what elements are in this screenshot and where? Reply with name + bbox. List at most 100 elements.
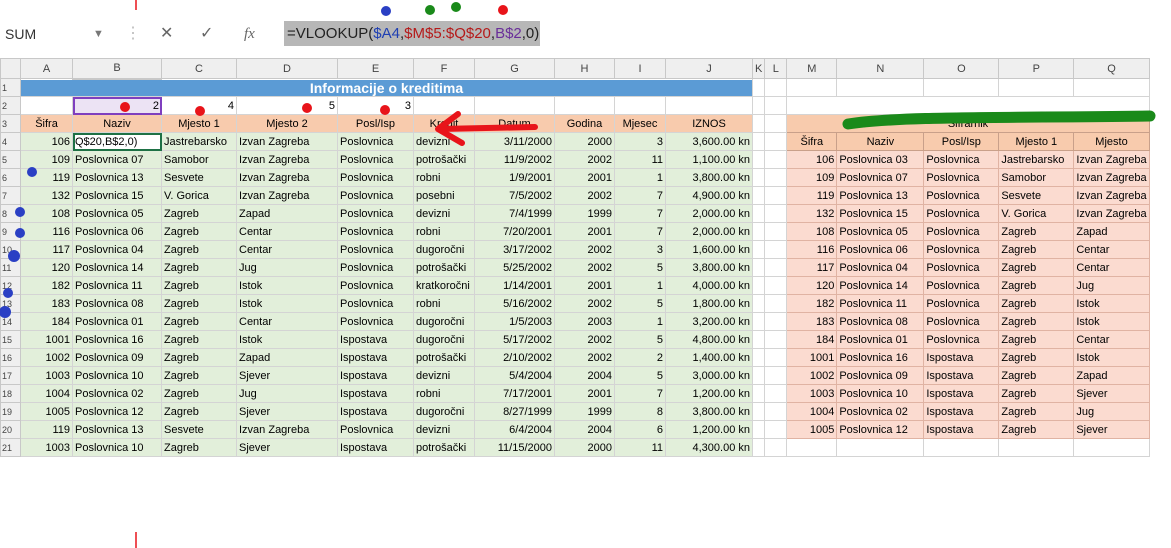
table-cell[interactable]: Poslovnica 08 (72, 294, 162, 313)
table-cell[interactable]: Poslovnica 10 (72, 438, 162, 457)
lookup-cell[interactable]: Zagreb (998, 276, 1075, 295)
lookup-cell[interactable]: 132 (786, 204, 838, 223)
cell[interactable] (751, 384, 766, 403)
row-header[interactable]: 5 (0, 150, 21, 169)
table-cell[interactable]: Jug (236, 384, 338, 403)
cell[interactable] (786, 438, 838, 457)
cell[interactable] (764, 258, 788, 277)
lookup-cell[interactable]: Poslovnica (923, 330, 1000, 349)
lookup-cell[interactable]: Poslovnica 11 (836, 294, 925, 313)
row-header[interactable]: 16 (0, 348, 21, 367)
lookup-cell[interactable]: Poslovnica 07 (836, 168, 925, 187)
table-cell[interactable]: Centar (236, 312, 338, 331)
lookup-cell[interactable]: Ispostava (923, 420, 1000, 439)
table-cell[interactable]: dugoročni (413, 312, 475, 331)
table-cell[interactable]: 11/15/2000 (474, 438, 555, 457)
lookup-cell[interactable]: Sjever (1073, 384, 1150, 403)
table-cell[interactable]: Poslovnica (337, 276, 414, 295)
table-cell[interactable]: Istok (236, 276, 338, 295)
table-cell[interactable]: 3,800.00 kn (665, 168, 753, 187)
table-cell[interactable]: 7 (614, 384, 666, 403)
table-cell[interactable]: devizni (413, 132, 475, 151)
lookup-cell[interactable]: Poslovnica 06 (836, 240, 925, 259)
lookup-cell[interactable]: Poslovnica (923, 150, 1000, 169)
table-cell[interactable]: dugoročni (413, 240, 475, 259)
table-cell[interactable]: potrošački (413, 258, 475, 277)
table-cell[interactable]: potrošački (413, 438, 475, 457)
table-cell[interactable]: 1 (614, 168, 666, 187)
lookup-cell[interactable]: Zapad (1073, 222, 1150, 241)
cell[interactable] (764, 348, 788, 367)
cell[interactable] (751, 276, 766, 295)
table-cell[interactable]: 2001 (554, 384, 615, 403)
table-cell[interactable]: 2002 (554, 330, 615, 349)
row-header[interactable]: 1 (0, 78, 21, 97)
cell[interactable] (764, 96, 788, 115)
cell-b2[interactable]: 2 (72, 96, 162, 115)
table-cell[interactable]: Poslovnica (337, 258, 414, 277)
row-header[interactable]: 15 (0, 330, 21, 349)
table-cell[interactable]: kratkoročni (413, 276, 475, 295)
row-header[interactable]: 11 (0, 258, 21, 277)
cell[interactable] (474, 96, 555, 115)
lookup-cell[interactable]: 1003 (786, 384, 838, 403)
table-cell[interactable]: Poslovnica 07 (72, 150, 162, 169)
column-header-f[interactable]: F (413, 58, 475, 79)
table-cell[interactable]: posebni (413, 186, 475, 205)
row-header[interactable]: 6 (0, 168, 21, 187)
table-cell[interactable]: Sjever (236, 438, 338, 457)
table-cell[interactable]: Centar (236, 240, 338, 259)
table-cell[interactable]: 1003 (20, 366, 73, 385)
table-cell[interactable]: Poslovnica 12 (72, 402, 162, 421)
table-cell[interactable]: 6 (614, 420, 666, 439)
table-cell[interactable]: Poslovnica (337, 186, 414, 205)
table-cell[interactable]: 3 (614, 132, 666, 151)
table-cell[interactable]: 1,800.00 kn (665, 294, 753, 313)
name-box-dropdown-icon[interactable]: ▼ (93, 22, 109, 46)
table-cell[interactable]: 2002 (554, 150, 615, 169)
table-cell[interactable]: 2004 (554, 366, 615, 385)
table-cell[interactable]: Poslovnica 01 (72, 312, 162, 331)
table-cell[interactable]: Sjever (236, 366, 338, 385)
table-cell[interactable]: Poslovnica (337, 420, 414, 439)
row-header[interactable]: 10 (0, 240, 21, 259)
lookup-cell[interactable]: Samobor (998, 168, 1075, 187)
lookup-cell[interactable]: Zagreb (998, 294, 1075, 313)
lookup-cell[interactable]: Zagreb (998, 312, 1075, 331)
lookup-cell[interactable]: Ispostava (923, 366, 1000, 385)
lookup-cell[interactable]: Istok (1073, 348, 1150, 367)
row-header[interactable]: 14 (0, 312, 21, 331)
table-cell[interactable]: 2002 (554, 186, 615, 205)
table-cell[interactable]: 3,600.00 kn (665, 132, 753, 151)
table-cell[interactable]: 4,300.00 kn (665, 438, 753, 457)
table-cell[interactable]: Zagreb (161, 204, 237, 223)
table-cell[interactable]: Zapad (236, 204, 338, 223)
table-cell[interactable]: 5 (614, 330, 666, 349)
cell[interactable] (764, 186, 788, 205)
lookup-cell[interactable]: Izvan Zagreba (1073, 150, 1150, 169)
table-cell[interactable]: 6/4/2004 (474, 420, 555, 439)
table-cell[interactable]: 106 (20, 132, 73, 151)
cell[interactable] (764, 312, 788, 331)
cell[interactable] (751, 168, 766, 187)
table-cell[interactable]: 7/5/2002 (474, 186, 555, 205)
table-cell[interactable]: 1/14/2001 (474, 276, 555, 295)
cell[interactable] (836, 78, 925, 97)
cell[interactable] (751, 294, 766, 313)
cell[interactable] (751, 366, 766, 385)
column-header-d[interactable]: D (236, 58, 338, 79)
column-header-o[interactable]: O (923, 58, 1000, 79)
table-cell[interactable]: 132 (20, 186, 73, 205)
cell[interactable] (764, 330, 788, 349)
lookup-cell[interactable]: Istok (1073, 312, 1150, 331)
table-cell[interactable]: 1001 (20, 330, 73, 349)
cell-d2[interactable]: 5 (236, 96, 338, 115)
lookup-cell[interactable]: Poslovnica (923, 240, 1000, 259)
cell[interactable] (751, 222, 766, 241)
table-cell[interactable]: Jastrebarsko (161, 132, 237, 151)
cell[interactable] (665, 96, 753, 115)
cell[interactable] (764, 438, 788, 457)
table-cell[interactable]: 7/17/2001 (474, 384, 555, 403)
table-cell[interactable]: 1 (614, 276, 666, 295)
row-header[interactable]: 12 (0, 276, 21, 295)
